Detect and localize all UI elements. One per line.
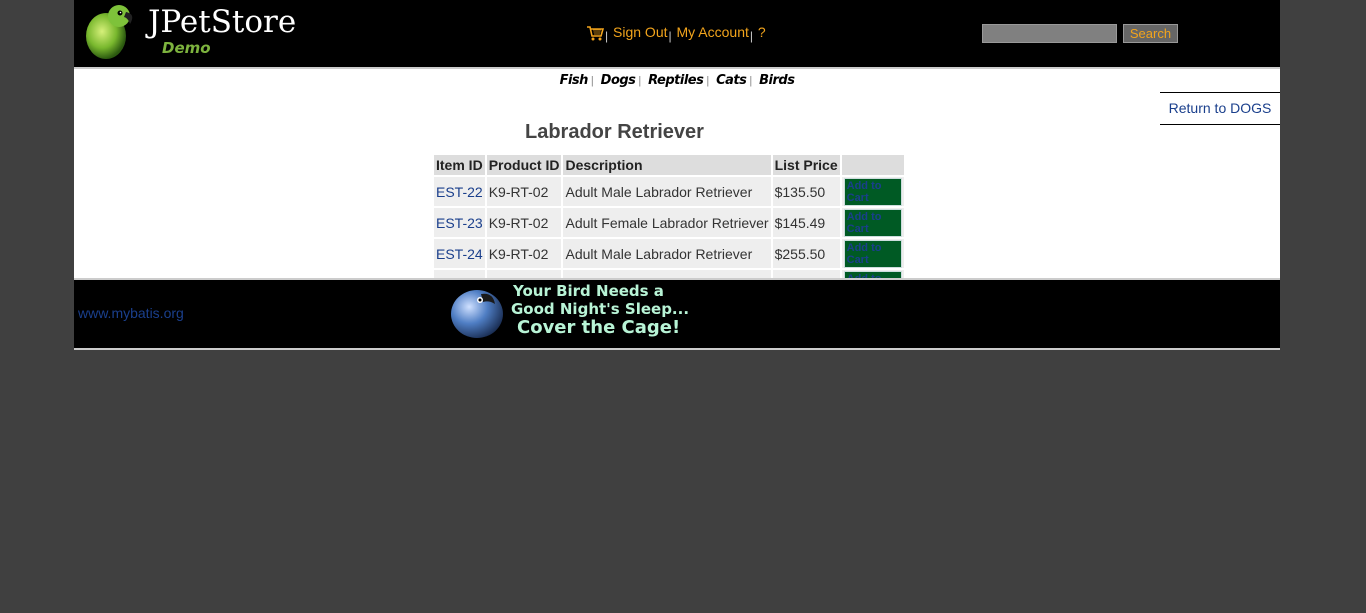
help-link[interactable]: ? bbox=[758, 24, 766, 40]
search-form: Search bbox=[982, 24, 1179, 43]
menu-separator: | bbox=[668, 29, 672, 43]
column-header-list-price: List Price bbox=[772, 155, 840, 175]
action-cell: Add to Cart bbox=[841, 208, 904, 237]
search-input[interactable] bbox=[982, 24, 1117, 43]
table-row: EST-24 K9-RT-02 Adult Male Labrador Retr… bbox=[434, 239, 904, 268]
footer: www.mybatis.org Your Bird Needs a Good N… bbox=[74, 278, 1280, 350]
header: JPetStore Demo | Sign Out| My Account| ?… bbox=[74, 0, 1280, 69]
description-cell: Adult Female Labrador Retriever bbox=[563, 208, 771, 237]
category-quicklinks: Fish | Dogs | Reptiles | Cats | Birds bbox=[74, 69, 1280, 91]
quicklink-dogs[interactable]: Dogs bbox=[601, 73, 636, 88]
logo[interactable]: JPetStore Demo bbox=[82, 2, 302, 62]
item-id-link[interactable]: EST-22 bbox=[436, 184, 483, 200]
table-row: EST-22 K9-RT-02 Adult Male Labrador Retr… bbox=[434, 177, 904, 206]
logo-title: JPetStore bbox=[148, 4, 297, 40]
banner-text-line: Cover the Cage! bbox=[517, 317, 681, 338]
add-to-cart-button[interactable]: Add to Cart bbox=[843, 209, 902, 237]
back-link-box: Return to DOGS bbox=[1160, 92, 1280, 125]
action-cell: Add to Cart bbox=[841, 177, 904, 206]
product-id-cell: K9-RT-02 bbox=[486, 239, 562, 268]
table-header-row: Item ID Product ID Description List Pric… bbox=[434, 155, 904, 175]
page-title: Labrador Retriever bbox=[525, 121, 704, 143]
quicklink-separator: | bbox=[638, 75, 642, 87]
add-to-cart-button[interactable]: Add to Cart bbox=[843, 240, 902, 268]
quicklink-reptiles[interactable]: Reptiles bbox=[648, 73, 704, 88]
quicklink-separator: | bbox=[706, 75, 710, 87]
price-cell: $135.50 bbox=[772, 177, 840, 206]
shopping-cart-icon[interactable] bbox=[586, 25, 605, 41]
mybatis-link[interactable]: www.mybatis.org bbox=[78, 305, 184, 321]
product-id-cell: K9-RT-02 bbox=[486, 208, 562, 237]
item-id-cell: EST-24 bbox=[434, 239, 485, 268]
item-id-link[interactable]: EST-23 bbox=[436, 215, 483, 231]
menu-separator: | bbox=[605, 29, 609, 43]
quicklink-separator: | bbox=[749, 75, 753, 87]
item-id-cell: EST-23 bbox=[434, 208, 485, 237]
product-id-cell: K9-RT-02 bbox=[486, 177, 562, 206]
return-to-category-link[interactable]: Return to DOGS bbox=[1169, 100, 1272, 116]
quicklink-cats[interactable]: Cats bbox=[716, 73, 747, 88]
add-to-cart-button[interactable]: Add to Cart bbox=[843, 178, 902, 206]
banner-text-line: Your Bird Needs a bbox=[513, 282, 664, 300]
sign-out-link[interactable]: Sign Out bbox=[613, 24, 667, 40]
quicklink-fish[interactable]: Fish bbox=[560, 73, 589, 88]
price-cell: $255.50 bbox=[772, 239, 840, 268]
price-cell: $145.49 bbox=[772, 208, 840, 237]
search-button[interactable]: Search bbox=[1122, 24, 1179, 43]
menu-separator: | bbox=[749, 29, 754, 43]
parrot-banner-icon bbox=[451, 290, 503, 338]
parrot-logo-icon bbox=[86, 5, 133, 59]
banner-ad[interactable]: Your Bird Needs a Good Night's Sleep... … bbox=[447, 280, 707, 344]
column-header-action bbox=[841, 155, 904, 175]
logo-subtitle: Demo bbox=[162, 39, 211, 57]
my-account-link[interactable]: My Account bbox=[677, 24, 749, 40]
banner-text-line: Good Night's Sleep... bbox=[511, 300, 690, 318]
item-id-cell: EST-22 bbox=[434, 177, 485, 206]
table-row: EST-23 K9-RT-02 Adult Female Labrador Re… bbox=[434, 208, 904, 237]
quicklink-birds[interactable]: Birds bbox=[759, 73, 795, 88]
main-content: Return to DOGS Labrador Retriever Item I… bbox=[74, 91, 1280, 304]
column-header-description: Description bbox=[563, 155, 771, 175]
quicklink-separator: | bbox=[590, 75, 594, 87]
header-menu: | Sign Out| My Account| ? bbox=[586, 24, 766, 43]
item-id-link[interactable]: EST-24 bbox=[436, 246, 483, 262]
page-wrapper: JPetStore Demo | Sign Out| My Account| ?… bbox=[74, 0, 1280, 350]
column-header-item-id: Item ID bbox=[434, 155, 485, 175]
action-cell: Add to Cart bbox=[841, 239, 904, 268]
column-header-product-id: Product ID bbox=[486, 155, 562, 175]
description-cell: Adult Male Labrador Retriever bbox=[563, 177, 771, 206]
description-cell: Adult Male Labrador Retriever bbox=[563, 239, 771, 268]
